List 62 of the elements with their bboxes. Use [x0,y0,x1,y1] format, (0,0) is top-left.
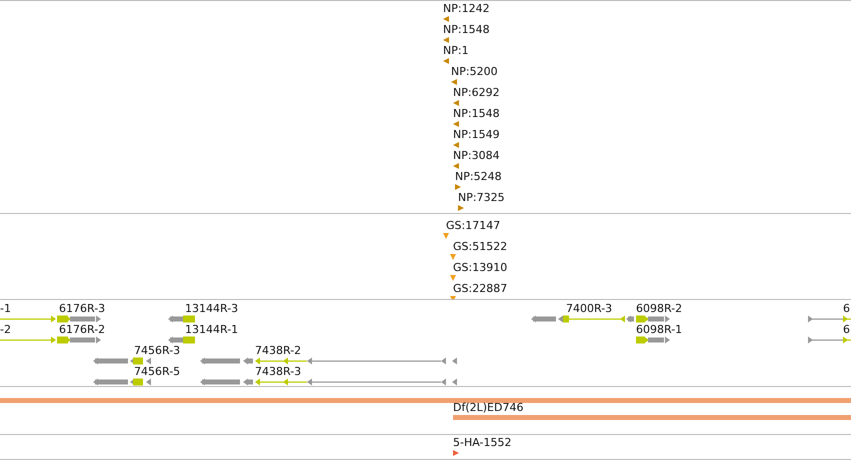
feature-marker-icon[interactable] [453,121,459,127]
feature-marker-icon[interactable] [443,232,449,239]
feature-marker-icon[interactable] [443,58,449,64]
transcript-label: 6176R-3 [59,302,106,316]
feature-label: NP:1242 [443,2,490,15]
feature-label: NP:5248 [455,170,502,183]
transcript-label: 13144R-1 [185,323,238,336]
feature-label: 5-HA-1552 [453,436,512,450]
feature-label: GS:22887 [453,282,508,295]
deficiency-bar[interactable] [0,398,851,404]
feature-marker-icon[interactable] [458,205,464,211]
feature-marker-icon[interactable] [450,274,456,281]
feature-marker-icon[interactable] [453,163,459,169]
transcript-label: 6098R-2 [636,302,682,316]
feature-label: NP:3084 [453,149,500,162]
transcript-label: -1 [0,302,11,316]
transcript-label: 7456R-3 [134,344,180,358]
gene-model-drawing[interactable] [200,357,457,366]
gene-model-drawing[interactable] [0,315,56,324]
feature-marker-icon[interactable] [443,37,449,43]
transcript-label: 6098R-1 [636,323,682,336]
gene-model-drawing[interactable] [93,378,151,386]
gene-model-drawing[interactable] [636,315,670,324]
gene-model-drawing[interactable] [200,378,457,386]
transcript-label: 7438R-2 [255,344,302,358]
transcript-label: 6 [843,323,850,336]
feature-label: NP:1 [443,44,469,57]
transcript-label: -2 [0,323,11,336]
feature-marker-icon[interactable] [451,79,457,85]
transcript-label: 7400R-3 [566,302,612,316]
feature-marker-icon[interactable] [455,184,461,190]
feature-label: NP:5200 [451,65,498,78]
gene-model-drawing[interactable] [168,315,195,324]
gene-model-drawing[interactable] [57,315,101,324]
transcript-label: 6 [843,302,850,316]
gene-model-drawing[interactable] [808,315,851,324]
feature-label: NP:1548 [443,23,490,36]
feature-label: GS:17147 [446,218,500,232]
feature-marker-icon[interactable] [443,16,449,22]
feature-label: NP:6292 [453,86,500,99]
feature-marker-icon[interactable] [453,100,459,106]
feature-label: NP:1549 [453,128,500,141]
gene-model-drawing[interactable] [168,336,195,344]
gene-model-drawing[interactable] [0,336,56,344]
feature-label: NP:7325 [458,191,505,204]
gene-model-drawing[interactable] [808,336,851,344]
feature-label: NP:1548 [453,107,500,120]
feature-label: GS:13910 [453,260,508,274]
deficiency-bar[interactable] [453,415,851,420]
gene-model-drawing[interactable] [93,357,151,366]
transcript-label: 6176R-2 [59,323,106,336]
feature-marker-icon[interactable] [453,450,459,456]
transcript-label: 7438R-3 [255,365,302,378]
feature-label: Df(2L)ED746 [453,401,524,414]
feature-label: GS:51522 [453,240,508,253]
gene-model-drawing[interactable] [57,336,101,344]
transcript-label: 7456R-5 [134,365,180,378]
gene-model-drawing[interactable] [636,336,670,344]
gene-model-drawing[interactable] [531,315,634,324]
transcript-label: 13144R-3 [185,302,238,316]
feature-marker-icon[interactable] [450,254,456,260]
feature-marker-icon[interactable] [453,142,459,148]
